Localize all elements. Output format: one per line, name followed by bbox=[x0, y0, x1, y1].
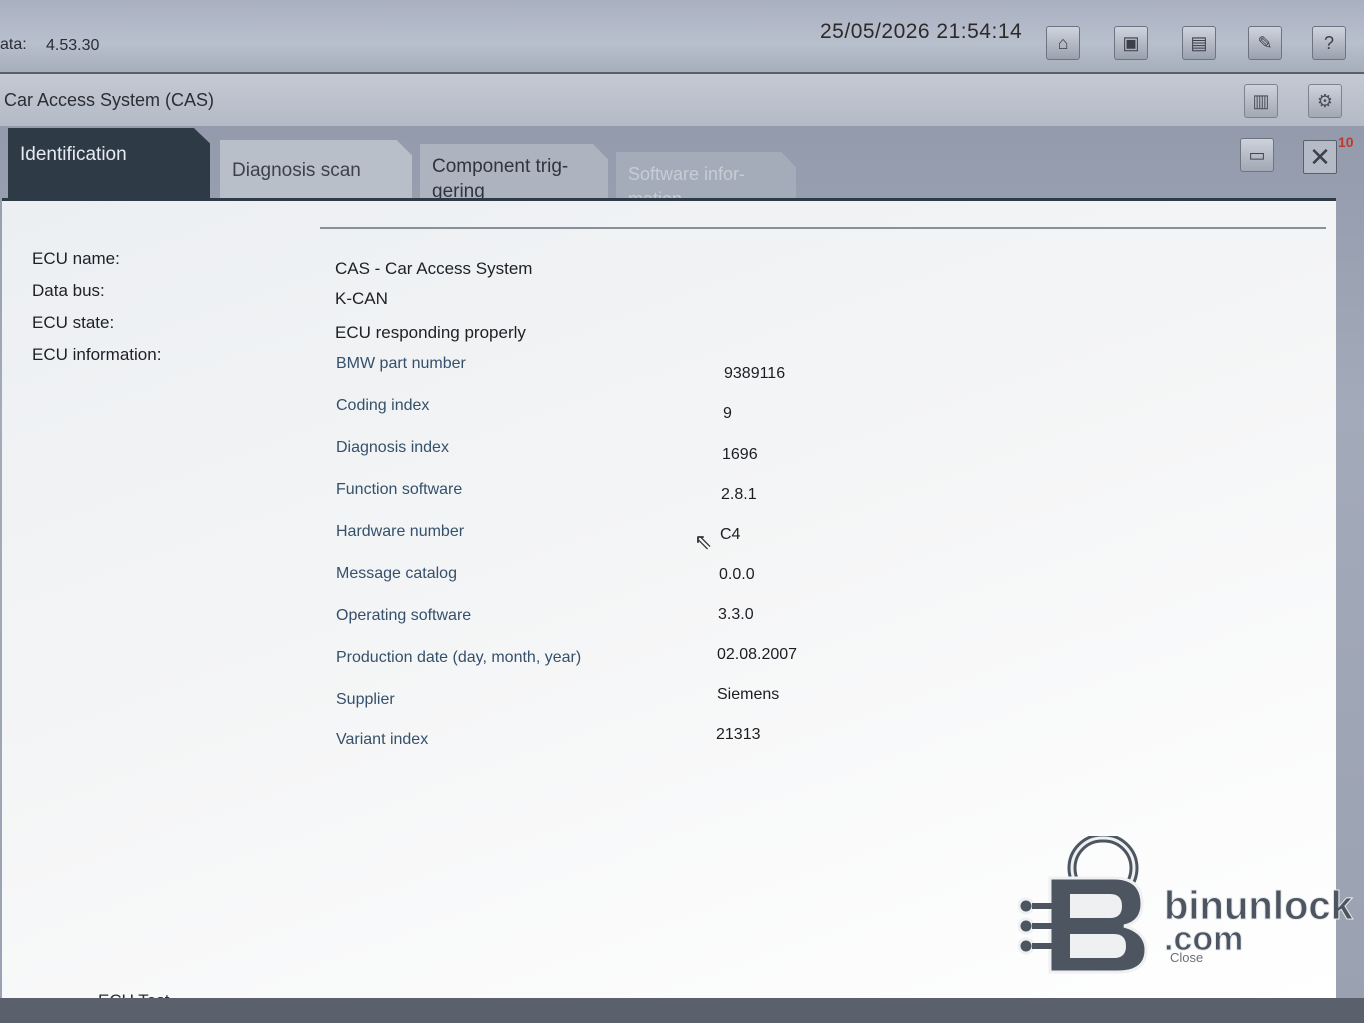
version-label: ata: bbox=[0, 36, 27, 53]
info-value: 1696 bbox=[722, 446, 758, 463]
ecu-name-label: ECU name: bbox=[32, 249, 120, 268]
close-icon: ✕ bbox=[1309, 141, 1331, 172]
document-icon: ▥ bbox=[1252, 90, 1270, 111]
info-value: 3.3.0 bbox=[718, 606, 754, 623]
bottom-bezel bbox=[0, 998, 1364, 1023]
data-bus-value: K-CAN bbox=[335, 289, 388, 308]
help-button[interactable]: ? bbox=[1312, 26, 1346, 60]
close-label[interactable]: Close bbox=[1170, 950, 1203, 965]
info-value: 21313 bbox=[716, 726, 761, 743]
monitor-icon: ▤ bbox=[1190, 32, 1208, 53]
vehicle-button[interactable]: ▣ bbox=[1114, 26, 1148, 60]
print-button[interactable]: ▭ bbox=[1240, 138, 1274, 172]
window-title-strip: Car Access System (CAS) ▥ ⚙ bbox=[0, 72, 1364, 126]
info-key: Function software bbox=[336, 481, 463, 498]
info-value: Siemens bbox=[717, 686, 780, 703]
service-button[interactable]: ✎ bbox=[1248, 26, 1282, 60]
settings-button[interactable]: ⚙ bbox=[1308, 84, 1342, 118]
info-value: 0.0.0 bbox=[719, 566, 755, 583]
ecu-name-value: CAS - Car Access System bbox=[335, 259, 533, 278]
info-key: Hardware number bbox=[336, 523, 465, 540]
datetime-display: 25/05/2026 21:54:14 bbox=[820, 20, 1023, 43]
print-icon: ▭ bbox=[1248, 144, 1266, 165]
monitor-button[interactable]: ▤ bbox=[1182, 26, 1216, 60]
info-key: BMW part number bbox=[336, 355, 466, 372]
divider bbox=[320, 227, 1326, 229]
red-badge: 10 bbox=[1338, 134, 1354, 150]
version-value: 4.53.30 bbox=[46, 37, 100, 54]
info-value: C4 bbox=[720, 526, 741, 543]
wrench-icon: ✎ bbox=[1257, 32, 1273, 53]
data-bus-label: Data bus: bbox=[32, 281, 105, 300]
info-key: Diagnosis index bbox=[336, 439, 449, 456]
info-value: 9 bbox=[723, 405, 732, 422]
info-key: Operating software bbox=[336, 607, 472, 624]
info-key: Coding index bbox=[336, 397, 430, 414]
ecu-information-label: ECU information: bbox=[32, 345, 162, 364]
home-button[interactable]: ⌂ bbox=[1046, 26, 1080, 60]
tab-identification[interactable]: Identification bbox=[8, 128, 210, 198]
close-window-button[interactable]: ✕ bbox=[1303, 140, 1337, 174]
info-value: 2.8.1 bbox=[721, 486, 757, 503]
info-key: Message catalog bbox=[336, 565, 457, 582]
info-value: 9389116 bbox=[724, 365, 786, 382]
top-header-bar: ata: 4.53.30 25/05/2026 21:54:14 ⌂ ▣ ▤ ✎… bbox=[0, 0, 1364, 72]
vehicle-icon: ▣ bbox=[1122, 32, 1140, 53]
ecu-state-label: ECU state: bbox=[32, 313, 115, 332]
info-key: Variant index bbox=[336, 731, 429, 748]
window-title: Car Access System (CAS) bbox=[4, 90, 215, 110]
gear-icon: ⚙ bbox=[1316, 90, 1334, 111]
info-key: Production date (day, month, year) bbox=[336, 649, 582, 666]
mouse-cursor-icon: ⇖ bbox=[694, 529, 713, 554]
home-icon: ⌂ bbox=[1057, 32, 1069, 53]
info-value: 02.08.2007 bbox=[717, 646, 798, 663]
info-key: Supplier bbox=[336, 691, 395, 708]
binunlock-logo-icon bbox=[1017, 836, 1148, 974]
document-button[interactable]: ▥ bbox=[1244, 84, 1278, 118]
help-icon: ? bbox=[1323, 32, 1334, 53]
ecu-state-value: ECU responding properly bbox=[335, 323, 526, 342]
